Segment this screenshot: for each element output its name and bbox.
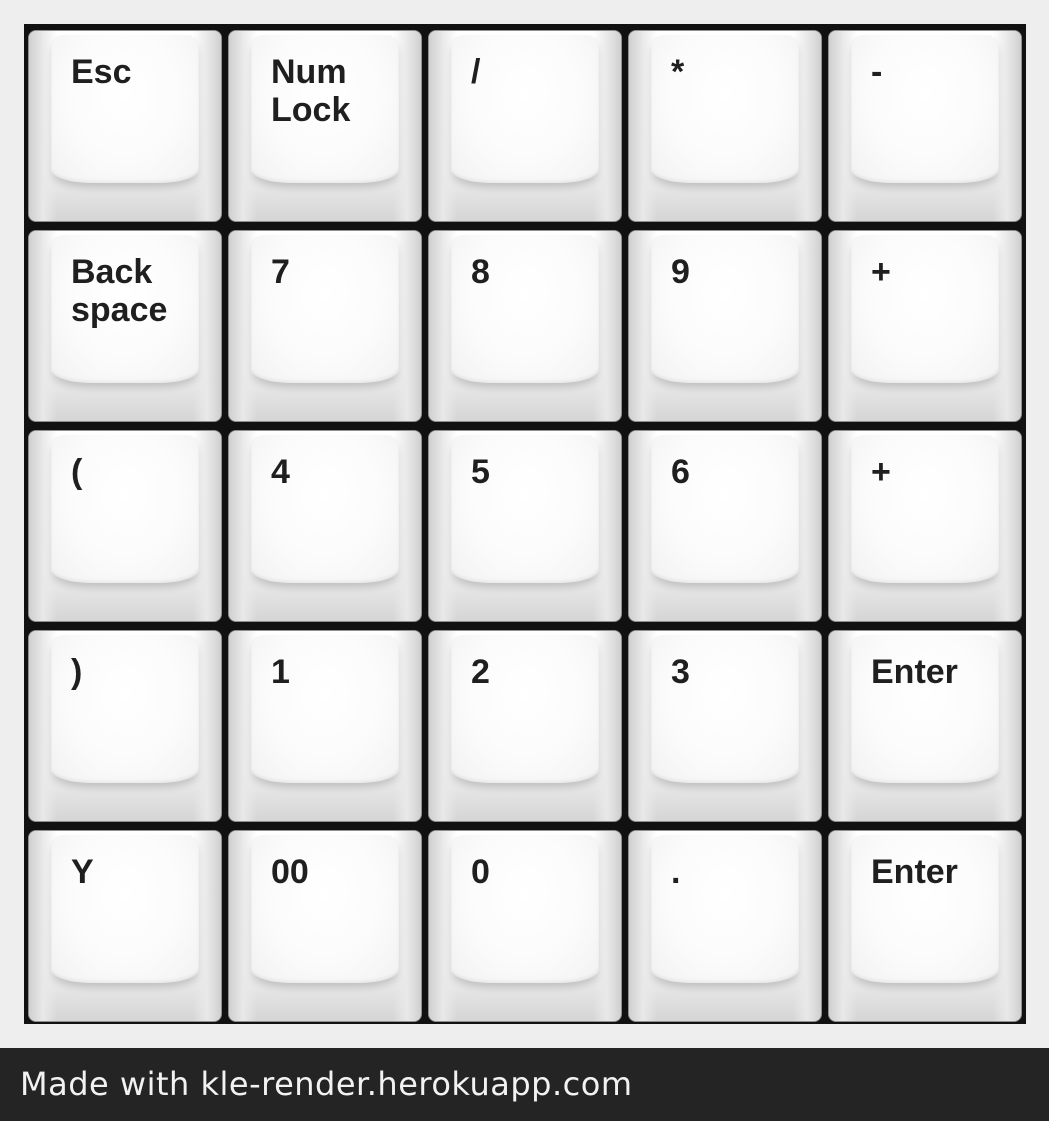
keyboard-render: Esc Num Lock / * - Back space 7 8 9 + (4 5 6 +) 1 2 3 Ent… (0, 0, 1049, 1121)
key-4: 4 (228, 430, 422, 622)
key-num-lock: Num Lock (228, 30, 422, 222)
key-legend: 1 (271, 653, 290, 691)
key-legend: + (871, 453, 891, 491)
key-2: 2 (428, 630, 622, 822)
key-legend: ( (71, 453, 83, 491)
key-legend: 2 (471, 653, 490, 691)
key-plus: + (828, 230, 1022, 422)
key-legend: Enter (871, 853, 958, 891)
key-enter: Enter (828, 830, 1022, 1022)
key-esc: Esc (28, 30, 222, 222)
key-legend: + (871, 253, 891, 291)
keyboard-layout: Esc Num Lock / * - Back space 7 8 9 + (4 5 6 +) 1 2 3 Ent… (24, 24, 1026, 1024)
key-slash: / (428, 30, 622, 222)
key-0: 0 (428, 830, 622, 1022)
key--: - (828, 30, 1022, 222)
key-legend: 7 (271, 253, 290, 291)
key-legend: * (671, 53, 685, 91)
key-legend: Esc (71, 53, 132, 91)
key-period: . (628, 830, 822, 1022)
key-back-space: Back space (28, 230, 222, 422)
key-6: 6 (628, 430, 822, 622)
key-legend: Enter (871, 653, 958, 691)
key-legend: / (471, 53, 481, 91)
key-legend: ) (71, 653, 83, 691)
key-legend: 4 (271, 453, 290, 491)
key-7: 7 (228, 230, 422, 422)
key-legend: 8 (471, 253, 490, 291)
key-legend: Y (71, 853, 94, 891)
key-legend: 6 (671, 453, 690, 491)
key-00: 00 (228, 830, 422, 1022)
key-legend: - (871, 53, 883, 91)
key-legend: 0 (471, 853, 490, 891)
key-5: 5 (428, 430, 622, 622)
key-y: Y (28, 830, 222, 1022)
key-legend: 5 (471, 453, 490, 491)
key-8: 8 (428, 230, 622, 422)
key-plus: + (828, 430, 1022, 622)
key-lparen: ( (28, 430, 222, 622)
key-legend: Num Lock (271, 53, 351, 129)
key-legend: Back space (71, 253, 168, 329)
key-1: 1 (228, 630, 422, 822)
key-legend: 3 (671, 653, 690, 691)
key-legend: 9 (671, 253, 690, 291)
key-legend: 00 (271, 853, 309, 891)
key-enter: Enter (828, 630, 1022, 822)
key-legend: . (671, 853, 681, 891)
key-asterisk: * (628, 30, 822, 222)
key-9: 9 (628, 230, 822, 422)
credit-footer: Made with kle-render.herokuapp.com (0, 1048, 1049, 1121)
key-3: 3 (628, 630, 822, 822)
key-rparen: ) (28, 630, 222, 822)
